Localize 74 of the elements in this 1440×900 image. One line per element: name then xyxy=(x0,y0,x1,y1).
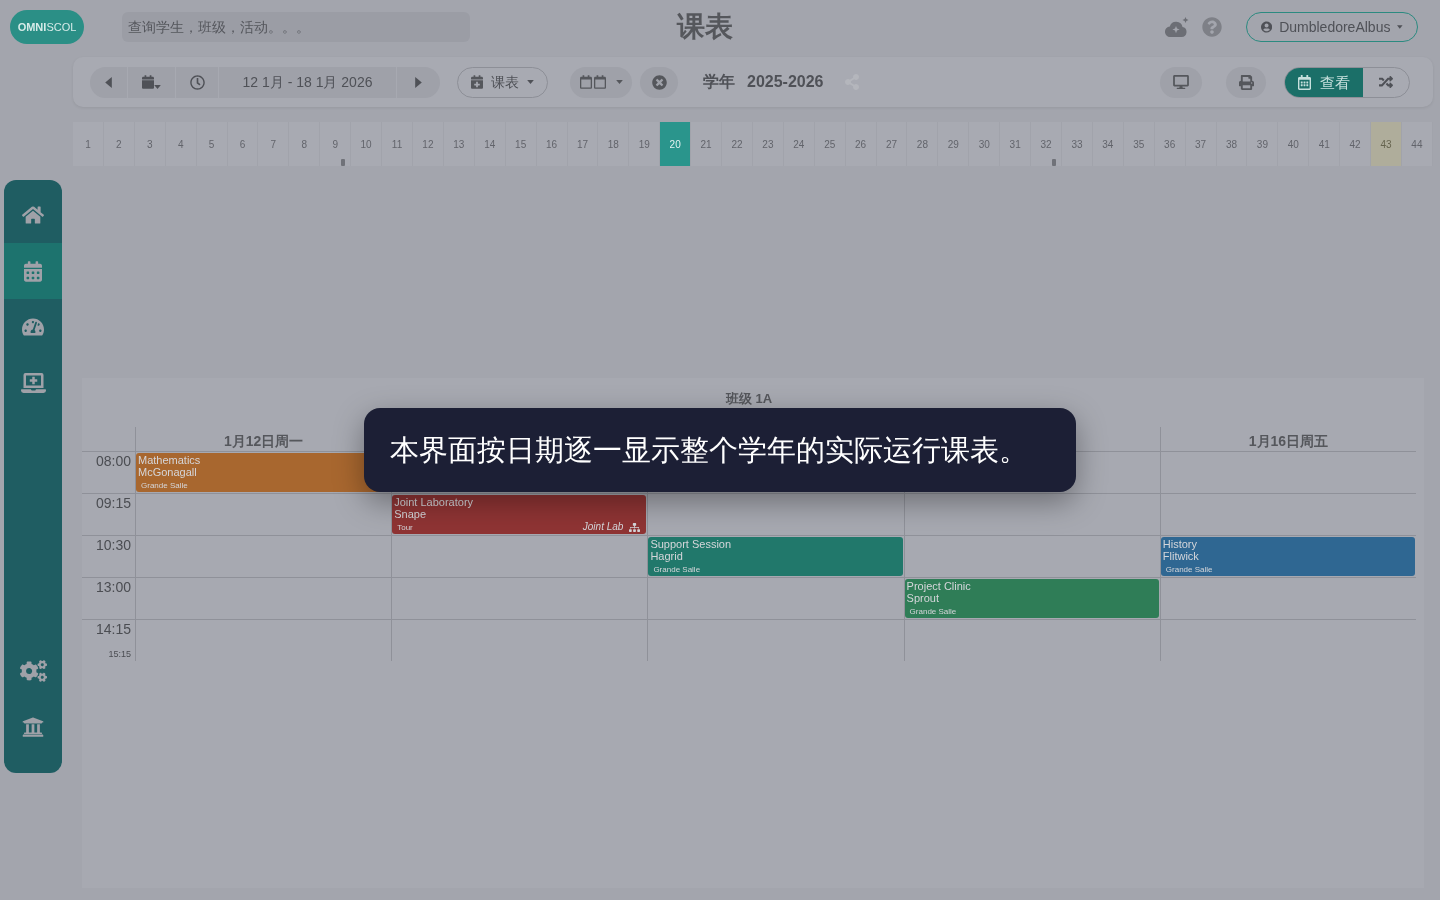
shuffle-icon xyxy=(1379,75,1393,89)
page-title: 课表 xyxy=(677,13,733,41)
event-subject: Mathematics xyxy=(138,454,201,466)
tooltip-text: 本界面按日期逐一显示整个学年的实际运行课表。 xyxy=(390,435,1028,465)
year-label: 学年 xyxy=(703,74,735,90)
event-subject: Support Session xyxy=(650,538,732,550)
event-subject: Project Clinic xyxy=(906,580,971,592)
school-year: 2025-2026 xyxy=(747,74,824,90)
layout-menu-button[interactable] xyxy=(570,66,632,98)
printer-icon xyxy=(1238,74,1254,90)
end-time-label: 15:15 xyxy=(108,649,131,659)
clear-button[interactable] xyxy=(640,66,678,98)
day-header: 1月16日周五 xyxy=(1248,434,1329,448)
search-field[interactable]: 查询学生，班级，活动。。。 xyxy=(122,12,470,42)
calendar-dropdown-button[interactable] xyxy=(127,66,175,98)
caret-icon xyxy=(527,80,534,84)
event-teacher: Flitwick xyxy=(1162,550,1199,562)
previous-week-button[interactable] xyxy=(90,66,127,98)
home-icon xyxy=(22,205,44,225)
time-label: 09:15 xyxy=(95,495,131,511)
caret-icon xyxy=(154,85,161,89)
event-subject: History xyxy=(1162,538,1198,550)
class-title: 班级 1A xyxy=(725,391,773,407)
event-teacher: Sprout xyxy=(906,592,939,604)
event-block[interactable]: History Flitwick Grande Salle xyxy=(1160,537,1415,576)
event-block[interactable]: Project Clinic Sprout Grande Salle xyxy=(904,579,1159,618)
gauge-icon xyxy=(22,317,44,337)
monitor-icon xyxy=(1173,75,1189,89)
calendar-outline-icon xyxy=(579,75,592,89)
event-teacher: Snape xyxy=(394,508,426,520)
view-mode-button[interactable]: 查看 xyxy=(1285,67,1363,97)
close-icon xyxy=(651,74,667,90)
event-room: Grande Salle xyxy=(1165,565,1213,575)
calendar-grid-icon xyxy=(1298,74,1311,90)
day-header: 1月12日周一 xyxy=(223,434,304,448)
event-block[interactable]: Support Session Hagrid Grande Salle xyxy=(648,537,903,576)
cloud-sparkle-icon[interactable] xyxy=(1165,17,1189,37)
caret-icon xyxy=(615,80,623,84)
event-block[interactable]: Joint Laboratory Snape Tour Joint Lab xyxy=(392,495,647,534)
event-room: Tour xyxy=(397,523,413,533)
time-label: 08:00 xyxy=(95,453,131,469)
caret-icon xyxy=(1397,25,1403,29)
calendar-plus-icon xyxy=(471,75,483,89)
event-room: Grande Salle xyxy=(141,481,188,491)
caret-icon xyxy=(105,76,112,88)
logo[interactable]: OMNISCOL xyxy=(10,10,84,44)
time-label: 14:15 xyxy=(95,621,131,637)
event-room: Grande Salle xyxy=(909,607,957,617)
sidebar-item[interactable] xyxy=(4,243,62,299)
calendar-icon xyxy=(24,260,42,282)
clock-icon xyxy=(189,74,205,90)
week-tab[interactable]: 20 xyxy=(660,122,692,166)
display-button[interactable] xyxy=(1160,66,1202,98)
date-range-button[interactable]: 12 1月 - 18 1月 2026 xyxy=(218,66,397,98)
week-tab[interactable]: 43 xyxy=(1371,122,1402,166)
print-button[interactable] xyxy=(1226,66,1266,98)
event-subject: Joint Laboratory xyxy=(394,496,474,508)
calendar-icon xyxy=(142,75,154,89)
event-teacher: Hagrid xyxy=(650,550,683,562)
next-week-button[interactable] xyxy=(397,66,440,98)
calendar-outline-icon xyxy=(593,75,606,89)
gears-icon xyxy=(19,660,47,682)
laptop-plus-icon xyxy=(20,373,46,393)
user-avatar-icon xyxy=(1261,20,1273,34)
bank-building-icon xyxy=(22,716,44,738)
caret-icon xyxy=(415,76,422,88)
help-icon[interactable] xyxy=(1202,17,1222,37)
clock-button[interactable] xyxy=(175,66,218,98)
sitemap-icon xyxy=(629,522,641,532)
time-label: 13:00 xyxy=(95,579,131,595)
time-label: 10:30 xyxy=(95,537,131,553)
event-tag: Joint Lab xyxy=(582,521,624,533)
event-room: Grande Salle xyxy=(653,565,701,575)
event-teacher: McGonagall xyxy=(138,466,197,478)
